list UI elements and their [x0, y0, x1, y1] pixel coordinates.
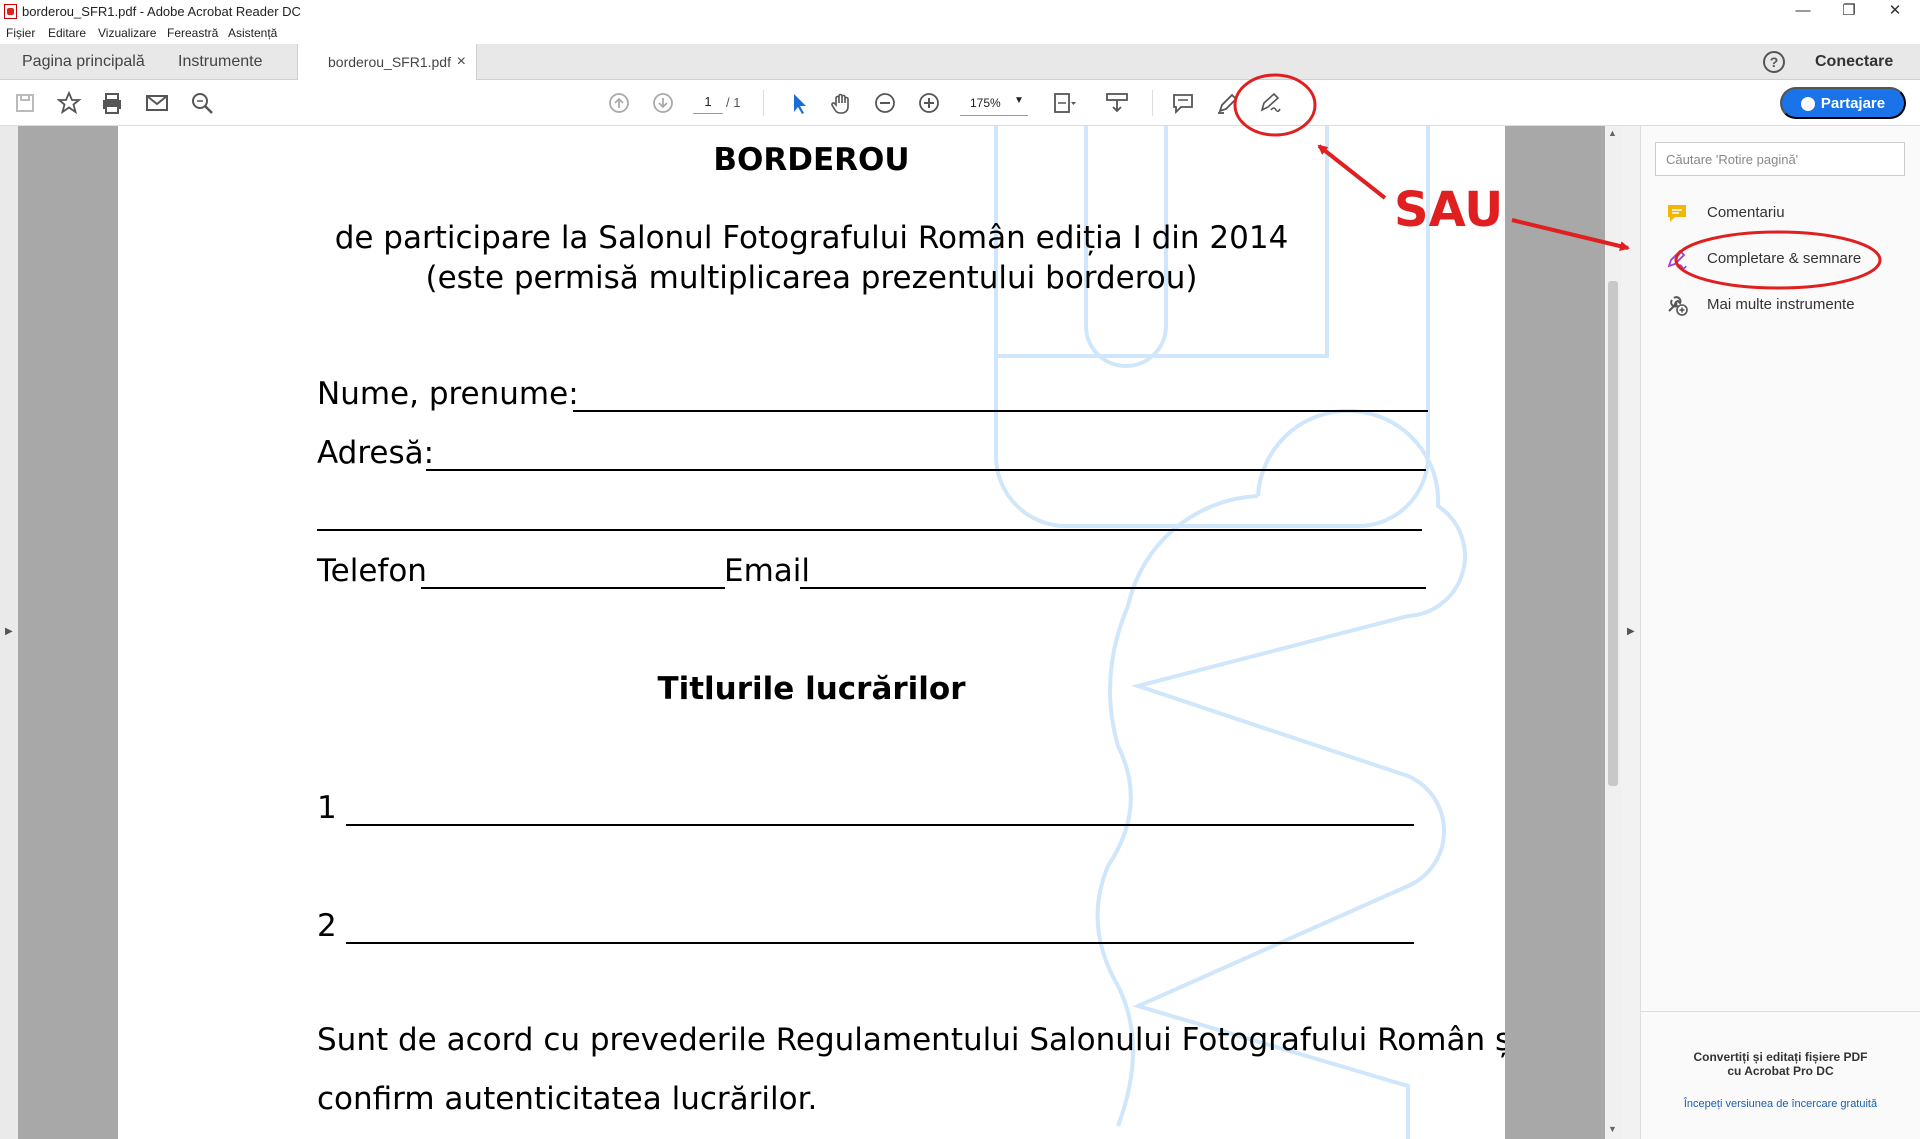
previous-page-icon[interactable]	[604, 88, 634, 118]
toolbar-separator	[763, 90, 764, 116]
address-field-label: Adresă:	[317, 435, 435, 471]
restore-button[interactable]: ❐	[1826, 0, 1872, 24]
chevron-down-icon: ▼	[1014, 95, 1024, 106]
promo-trial-link[interactable]: Începeți versiunea de încercare gratuită	[1641, 1098, 1920, 1110]
vertical-scrollbar[interactable]: ▲ ▼	[1605, 126, 1621, 1139]
help-icon[interactable]: ?	[1763, 51, 1785, 73]
phone-field-line	[421, 587, 725, 589]
name-field-label: Nume, prenume:	[317, 376, 579, 412]
left-panel-toggle[interactable]: ▶	[0, 126, 18, 1139]
email-field-label: Email	[724, 553, 811, 589]
tab-document-label: borderou_SFR1.pdf	[328, 54, 451, 70]
annotation-label: SAU	[1394, 182, 1504, 238]
name-field-line	[573, 410, 1428, 412]
toolbar-separator	[1152, 90, 1153, 116]
tool-comment-label: Comentariu	[1707, 204, 1785, 221]
page-total: / 1	[726, 95, 741, 110]
tab-bar: Pagina principală Instrumente borderou_S…	[0, 44, 1920, 81]
next-page-icon[interactable]	[648, 88, 678, 118]
tab-home[interactable]: Pagina principală	[22, 44, 145, 80]
menu-window[interactable]: Fereastră	[167, 26, 218, 40]
works-heading: Titlurile lucrărilor	[657, 671, 966, 707]
zoom-in-icon[interactable]	[914, 88, 944, 118]
email-icon[interactable]	[142, 88, 172, 118]
title-bar: borderou_SFR1.pdf - Adobe Acrobat Reader…	[0, 0, 1920, 24]
print-icon[interactable]	[97, 88, 127, 118]
zoom-select[interactable]: 175% ▼	[960, 92, 1028, 116]
menu-view[interactable]: Vizualizare	[98, 26, 156, 40]
menu-file[interactable]: Fișier	[6, 26, 35, 40]
highlight-pen-icon[interactable]	[1212, 88, 1242, 118]
address-field-line-2	[317, 529, 1422, 531]
tool-fill-sign-label: Completare & semnare	[1707, 250, 1862, 267]
minimize-button[interactable]: —	[1780, 0, 1826, 24]
add-person-icon	[1800, 96, 1815, 111]
close-window-button[interactable]: ✕	[1872, 0, 1918, 24]
hand-tool-icon[interactable]	[827, 88, 857, 118]
scroll-mode-icon[interactable]	[1102, 88, 1132, 118]
tab-close-icon[interactable]: ×	[457, 44, 466, 80]
page-number-input[interactable]: 1	[693, 94, 723, 114]
work-1-number: 1	[317, 790, 337, 826]
menu-bar: Fișier Editare Vizualizare Fereastră Asi…	[0, 24, 1920, 44]
signin-link[interactable]: Conectare	[1815, 53, 1893, 71]
address-field-line	[426, 469, 1426, 471]
menu-help[interactable]: Asistență	[228, 26, 277, 40]
zoom-value: 175%	[970, 96, 1001, 110]
tools-search-input[interactable]: Căutare 'Rotire pagină'	[1655, 142, 1905, 176]
window-title: borderou_SFR1.pdf - Adobe Acrobat Reader…	[22, 4, 301, 19]
tab-document[interactable]: borderou_SFR1.pdf ×	[297, 44, 477, 81]
scrollbar-thumb[interactable]	[1608, 281, 1618, 786]
chevron-right-icon: ▶	[5, 626, 13, 637]
more-tools-icon	[1665, 293, 1689, 317]
work-1-line	[346, 824, 1414, 826]
scroll-up-icon[interactable]: ▲	[1608, 128, 1617, 138]
bookmark-star-icon[interactable]	[54, 88, 84, 118]
document-title: BORDEROU	[713, 142, 910, 178]
right-panel-toggle[interactable]: ▶	[1621, 126, 1641, 1139]
chevron-right-icon: ▶	[1627, 626, 1635, 637]
select-cursor-icon[interactable]	[784, 88, 814, 118]
fit-page-icon[interactable]	[1049, 88, 1079, 118]
share-button[interactable]: Partajare	[1780, 87, 1906, 119]
promo-panel: Convertiți și editați fișiere PDF cu Acr…	[1641, 1011, 1920, 1139]
email-field-line	[800, 587, 1426, 589]
share-button-label: Partajare	[1820, 94, 1886, 112]
tool-more-tools-label: Mai multe instrumente	[1707, 296, 1855, 313]
comment-icon[interactable]	[1168, 88, 1198, 118]
promo-line2: cu Acrobat Pro DC	[1727, 1064, 1834, 1078]
toolbar: 1 / 1 175% ▼	[0, 80, 1920, 126]
document-subtitle-line1: de participare la Salonul Fotografului R…	[334, 220, 1289, 256]
document-subtitle-line2: (este permisă multiplicarea prezentului …	[425, 260, 1198, 296]
pdf-app-icon	[4, 4, 17, 19]
fill-sign-icon	[1665, 247, 1689, 271]
search-icon[interactable]	[187, 88, 217, 118]
zoom-out-icon[interactable]	[870, 88, 900, 118]
work-2-line	[346, 942, 1414, 944]
fill-sign-icon[interactable]	[1255, 88, 1285, 118]
save-icon[interactable]	[10, 88, 40, 118]
comment-icon	[1665, 201, 1689, 225]
scroll-down-icon[interactable]: ▼	[1608, 1124, 1617, 1134]
pdf-page: BORDEROU de participare la Salonul Fotog…	[118, 126, 1505, 1139]
phone-field-label: Telefon	[317, 553, 427, 589]
menu-edit[interactable]: Editare	[48, 26, 86, 40]
promo-line1: Convertiți și editați fișiere PDF	[1693, 1050, 1868, 1064]
agreement-line1: Sunt de acord cu prevederile Regulamentu…	[317, 1022, 1505, 1058]
work-2-number: 2	[317, 908, 337, 944]
tools-pane: Căutare 'Rotire pagină' Comentariu Compl…	[1641, 126, 1920, 1139]
tab-tools[interactable]: Instrumente	[178, 44, 262, 80]
agreement-line2: confirm autenticitatea lucrărilor.	[317, 1081, 818, 1117]
